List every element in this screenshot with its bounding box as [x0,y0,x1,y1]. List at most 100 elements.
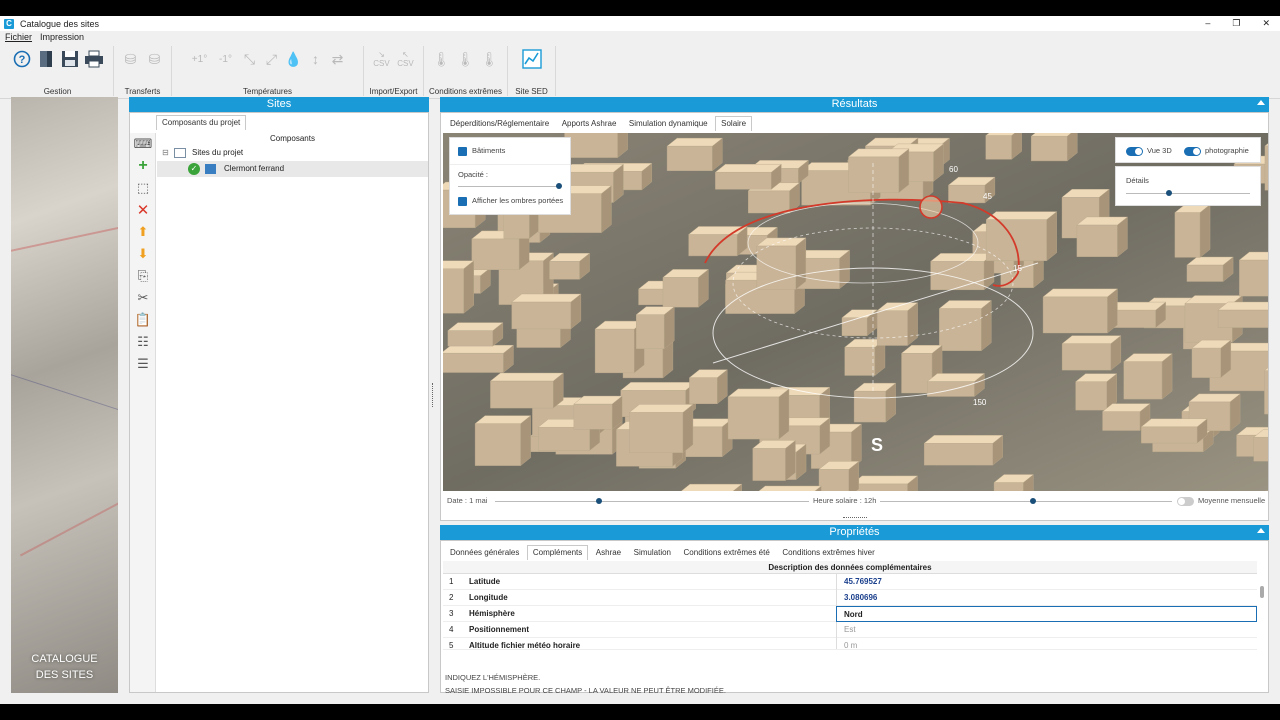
horizontal-splitter[interactable] [843,517,867,518]
delete-icon[interactable]: ✕ [130,199,156,221]
hour-slider-knob[interactable] [1030,498,1036,504]
positionnement-value[interactable]: Est [836,622,1257,638]
compass-south-label: S [871,435,883,455]
print-icon[interactable] [84,48,104,70]
building-block [636,314,665,349]
building-block [778,388,790,440]
buildings-checkbox-row[interactable]: Bâtiments [458,146,505,156]
keyboard-icon[interactable]: ⌨ [130,133,156,155]
grid-row-longitude[interactable]: 2 Longitude 3.080696 [443,590,1257,606]
building-block [795,237,807,290]
grid-row-altitude[interactable]: 5 Altitude fichier météo horaire 0 m [443,638,1257,650]
ribbon-label-import-export: Import/Export [369,87,418,96]
menu-fichier[interactable]: Fichier [5,31,32,44]
tab-conditions-hiver[interactable]: Conditions extrêmes hiver [777,546,879,560]
tree-node-clermont-ferrand[interactable]: ✓ Clermont ferrand [157,161,428,177]
opacity-slider-track[interactable] [458,186,560,187]
close-icon[interactable]: ✕ [1262,16,1270,31]
ribbon-group-conditions-extremes: 🌡 🌡 🌡 Conditions extrêmes [424,46,508,96]
photographie-toggle[interactable] [1184,146,1201,156]
help-icon[interactable]: ? [12,48,32,70]
altitude-value[interactable]: 0 m [836,638,1257,649]
grid-row-hemisphere[interactable]: 3 Hémisphère Nord [443,606,1257,622]
buildings-checkbox[interactable] [458,146,467,156]
database-export-icon[interactable]: ⛁ [121,48,141,70]
paste-icon[interactable]: 📋 [130,309,156,331]
humidity-icon[interactable]: 💧 [284,48,304,70]
temp-minus-icon[interactable]: -1° [214,48,238,70]
csv-import-icon[interactable]: ↘ CSV [372,48,392,70]
building-block [688,226,748,235]
sunpath-label-150: 150 [973,398,987,407]
cut-icon[interactable]: ✂ [130,287,156,309]
details-label: Détails [1126,176,1149,185]
building-block [681,483,743,491]
thermometer-cold-icon[interactable]: 🌡 [480,48,500,70]
thermometer-icon[interactable]: 🌡 [432,48,452,70]
thermometer-hot-icon[interactable]: 🌡 [456,48,476,70]
grid-row-positionnement[interactable]: 4 Positionnement Est [443,622,1257,638]
details-slider-knob[interactable] [1166,190,1172,196]
horizontal-adjust-icon[interactable]: ⇄ [328,48,348,70]
tab-simulation-dynamique[interactable]: Simulation dynamique [624,117,713,131]
tree-node-sites-projet[interactable]: ⊟ Sites du projet [157,145,428,161]
building-block [682,404,694,454]
tab-complements[interactable]: Compléments [526,545,589,560]
3d-city-viewport[interactable]: 60 45 15 150 S Bâtiments Opacité : Affic… [443,133,1268,491]
chart-sed-icon[interactable] [521,48,542,70]
database-import-icon[interactable]: ⛁ [145,48,165,70]
move-up-icon[interactable]: ⬆ [130,221,156,243]
tab-donnees-generales[interactable]: Données générales [445,546,524,560]
hour-slider-track[interactable] [880,501,1172,502]
shadows-checkbox-row[interactable]: Afficher les ombres portées [458,196,563,206]
vertical-adjust-icon[interactable]: ↕ [306,48,326,70]
minimize-icon[interactable]: – [1205,16,1210,31]
tree-collapse-icon[interactable]: ⊟ [162,145,169,161]
details-slider-track[interactable] [1126,193,1250,194]
tab-apports-ashrae[interactable]: Apports Ashrae [557,117,622,131]
grid-row-latitude[interactable]: 1 Latitude 45.769527 [443,574,1257,590]
sites-panel-header: Sites [129,97,429,112]
date-slider-knob[interactable] [596,498,602,504]
longitude-value[interactable]: 3.080696 [836,590,1257,606]
tab-deperditions[interactable]: Déperditions/Réglementaire [445,117,554,131]
select-area-icon[interactable]: ⬚ [130,177,156,199]
results-tabs: Déperditions/Réglementaire Apports Ashra… [445,116,753,131]
collapse-results-icon[interactable] [1257,100,1265,105]
panel-toggle-icon[interactable] [36,48,56,70]
shadows-checkbox[interactable] [458,196,467,206]
copy-icon[interactable]: ⎘ [130,265,156,287]
menu-impression[interactable]: Impression [40,31,84,44]
restore-icon[interactable]: ❐ [1232,16,1240,31]
vue3d-toggle-row[interactable]: Vue 3D [1126,146,1172,156]
vue3d-toggle[interactable] [1126,146,1143,156]
csv-export-icon[interactable]: ↖ CSV [396,48,416,70]
save-icon[interactable] [60,48,80,70]
building-block [752,448,786,481]
grid-scrollbar[interactable] [1260,586,1264,598]
opacity-slider-knob[interactable] [556,183,562,189]
shrink-icon[interactable]: ⤡ [240,48,260,70]
vertical-splitter[interactable] [432,383,435,407]
building-block [1264,145,1268,191]
tab-solaire[interactable]: Solaire [715,116,753,131]
photo-toggle-row[interactable]: photographie [1184,146,1249,156]
tab-ashrae[interactable]: Ashrae [591,546,626,560]
tab-conditions-ete[interactable]: Conditions extrêmes été [679,546,775,560]
collapse-props-icon[interactable] [1257,528,1265,533]
expand-icon[interactable]: ⤢ [262,48,282,70]
add-icon[interactable]: + [130,155,156,177]
moyenne-mensuelle-toggle[interactable] [1177,497,1194,506]
tab-simulation[interactable]: Simulation [629,546,676,560]
expand-tree-icon[interactable]: ☷ [130,331,156,353]
hemisphere-field[interactable]: Nord [836,606,1257,622]
tab-composants-projet[interactable]: Composants du projet [156,115,247,130]
row-number: 3 [449,609,454,618]
date-slider-track[interactable] [495,501,809,502]
move-down-icon[interactable]: ⬇ [130,243,156,265]
temp-plus-icon[interactable]: +1° [188,48,212,70]
catalogue-banner-image: CATALOGUE DES SITES [11,97,118,693]
latitude-value[interactable]: 45.769527 [836,574,1257,590]
row-number: 5 [449,641,454,650]
collapse-tree-icon[interactable]: ☰ [130,353,156,375]
